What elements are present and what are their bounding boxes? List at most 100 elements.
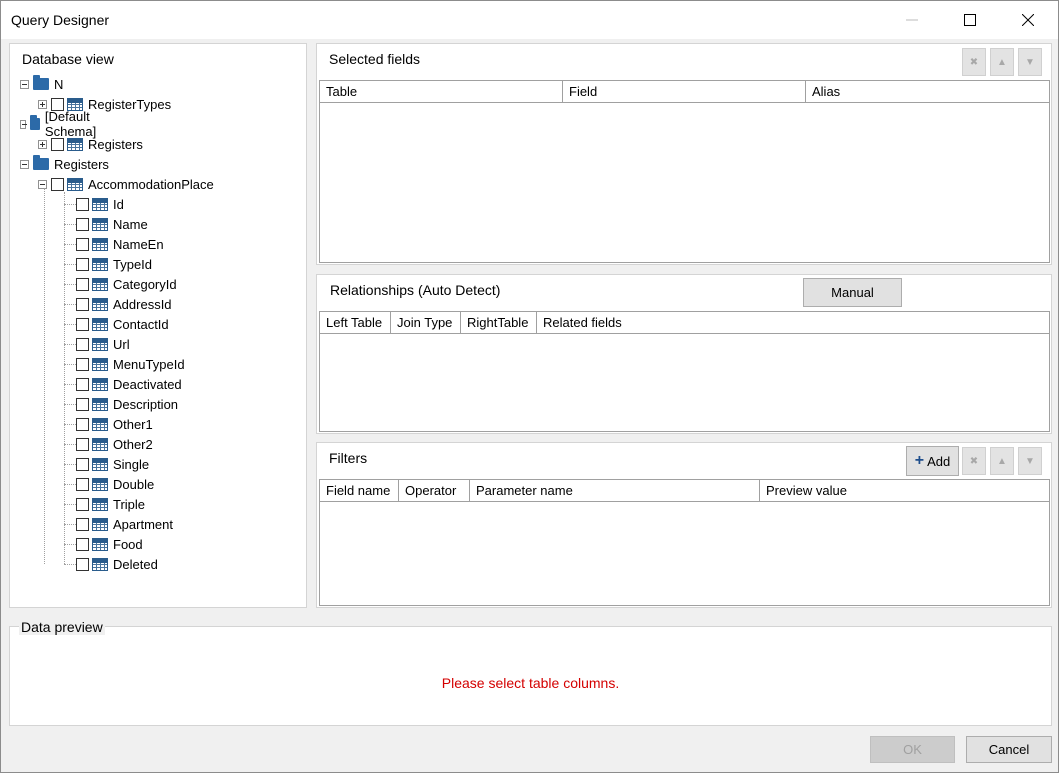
tree-field[interactable]: ContactId: [76, 314, 169, 334]
column-header-parameter-name[interactable]: Parameter name: [470, 480, 760, 502]
column-header-right-table[interactable]: RightTable: [461, 312, 537, 334]
field-label: Deactivated: [113, 376, 182, 392]
selected-fields-grid[interactable]: Table Field Alias: [319, 80, 1050, 263]
column-header-join-type[interactable]: Join Type: [391, 312, 461, 334]
field-checkbox[interactable]: [76, 297, 89, 311]
expand-icon[interactable]: [38, 139, 47, 149]
collapse-icon[interactable]: [38, 179, 47, 189]
field-label: CategoryId: [113, 276, 177, 292]
move-up-field-button[interactable]: ▲: [990, 48, 1014, 76]
collapse-icon[interactable]: [20, 79, 29, 89]
manual-button[interactable]: Manual: [803, 278, 902, 307]
minimize-button[interactable]: [889, 1, 935, 39]
tree-field[interactable]: Other2: [76, 434, 153, 454]
tree-field[interactable]: AddressId: [76, 294, 172, 314]
relationships-grid[interactable]: Left Table Join Type RightTable Related …: [319, 311, 1050, 432]
field-checkbox[interactable]: [76, 377, 89, 391]
tree-field[interactable]: Id: [76, 194, 124, 214]
column-header-alias[interactable]: Alias: [806, 81, 1049, 103]
field-checkbox[interactable]: [76, 537, 89, 551]
column-header-left-table[interactable]: Left Table: [320, 312, 391, 334]
field-checkbox[interactable]: [76, 497, 89, 511]
move-down-field-button[interactable]: ▼: [1018, 48, 1042, 76]
filters-grid[interactable]: Field name Operator Parameter name Previ…: [319, 479, 1050, 606]
folder-icon: [30, 115, 40, 130]
tree-field[interactable]: Apartment: [76, 514, 173, 534]
field-checkbox[interactable]: [76, 397, 89, 411]
tree-field[interactable]: Url: [76, 334, 130, 354]
tree-field[interactable]: Deleted: [76, 554, 158, 574]
field-checkbox[interactable]: [76, 337, 89, 351]
field-checkbox[interactable]: [76, 217, 89, 231]
tree-field[interactable]: TypeId: [76, 254, 152, 274]
collapse-icon[interactable]: [20, 119, 28, 129]
tree-connector: [64, 244, 76, 245]
field-label: Name: [113, 216, 148, 232]
table-checkbox[interactable]: [51, 177, 64, 191]
selected-fields-title: Selected fields: [329, 51, 421, 67]
field-checkbox[interactable]: [76, 277, 89, 291]
field-checkbox[interactable]: [76, 317, 89, 331]
expand-icon[interactable]: [38, 99, 47, 109]
column-header-preview-value[interactable]: Preview value: [760, 480, 1049, 502]
folder-icon: [33, 75, 49, 90]
field-checkbox[interactable]: [76, 417, 89, 431]
tree-field[interactable]: Name: [76, 214, 148, 234]
tree-node-label: Registers: [54, 156, 109, 172]
move-up-filter-button[interactable]: ▲: [990, 447, 1014, 475]
column-icon: [92, 277, 108, 291]
tree-field[interactable]: Single: [76, 454, 149, 474]
column-header-table[interactable]: Table: [320, 81, 563, 103]
field-checkbox[interactable]: [76, 477, 89, 491]
add-filter-button[interactable]: + Add: [906, 446, 959, 476]
field-checkbox[interactable]: [76, 517, 89, 531]
field-label: ContactId: [113, 316, 169, 332]
column-header-related-fields[interactable]: Related fields: [537, 312, 1049, 334]
maximize-button[interactable]: [947, 1, 993, 39]
tree-field[interactable]: NameEn: [76, 234, 164, 254]
column-icon: [92, 377, 108, 391]
tree-folder[interactable]: [Default Schema]: [20, 109, 105, 139]
remove-field-button[interactable]: ✖: [962, 48, 986, 76]
relationships-panel: Relationships (Auto Detect) Manual Left …: [316, 274, 1052, 434]
column-header-field-name[interactable]: Field name: [320, 480, 399, 502]
tree-field[interactable]: Description: [76, 394, 178, 414]
remove-icon: ✖: [969, 455, 979, 467]
tree-field[interactable]: CategoryId: [76, 274, 177, 294]
tree-node-label: Registers: [88, 136, 143, 152]
tree-field[interactable]: Food: [76, 534, 143, 554]
field-checkbox[interactable]: [76, 237, 89, 251]
column-icon: [92, 337, 108, 351]
column-header-operator[interactable]: Operator: [399, 480, 470, 502]
column-icon: [92, 297, 108, 311]
tree-folder[interactable]: Registers: [20, 154, 109, 174]
field-checkbox[interactable]: [76, 437, 89, 451]
column-header-field[interactable]: Field: [563, 81, 806, 103]
plus-icon: +: [914, 452, 925, 469]
tree-connector: [64, 564, 76, 565]
tree-field[interactable]: Other1: [76, 414, 153, 434]
ok-button[interactable]: OK: [870, 736, 955, 763]
field-checkbox[interactable]: [76, 557, 89, 571]
tree-table[interactable]: AccommodationPlace: [38, 174, 214, 194]
column-icon: [92, 217, 108, 231]
table-checkbox[interactable]: [51, 137, 64, 151]
tree-table[interactable]: Registers: [38, 134, 143, 154]
tree-field[interactable]: Deactivated: [76, 374, 182, 394]
tree-folder[interactable]: N: [20, 74, 63, 94]
field-checkbox[interactable]: [76, 197, 89, 211]
tree-field[interactable]: MenuTypeId: [76, 354, 185, 374]
field-checkbox[interactable]: [76, 357, 89, 371]
move-down-filter-button[interactable]: ▼: [1018, 447, 1042, 475]
tree-field[interactable]: Double: [76, 474, 154, 494]
column-icon: [92, 197, 108, 211]
remove-filter-button[interactable]: ✖: [962, 447, 986, 475]
close-button[interactable]: [1005, 1, 1051, 39]
tree-connector: [64, 444, 76, 445]
collapse-icon[interactable]: [20, 159, 29, 169]
field-checkbox[interactable]: [76, 457, 89, 471]
tree-field[interactable]: Triple: [76, 494, 145, 514]
field-checkbox[interactable]: [76, 257, 89, 271]
cancel-button[interactable]: Cancel: [966, 736, 1052, 763]
minimize-icon: [906, 19, 918, 21]
